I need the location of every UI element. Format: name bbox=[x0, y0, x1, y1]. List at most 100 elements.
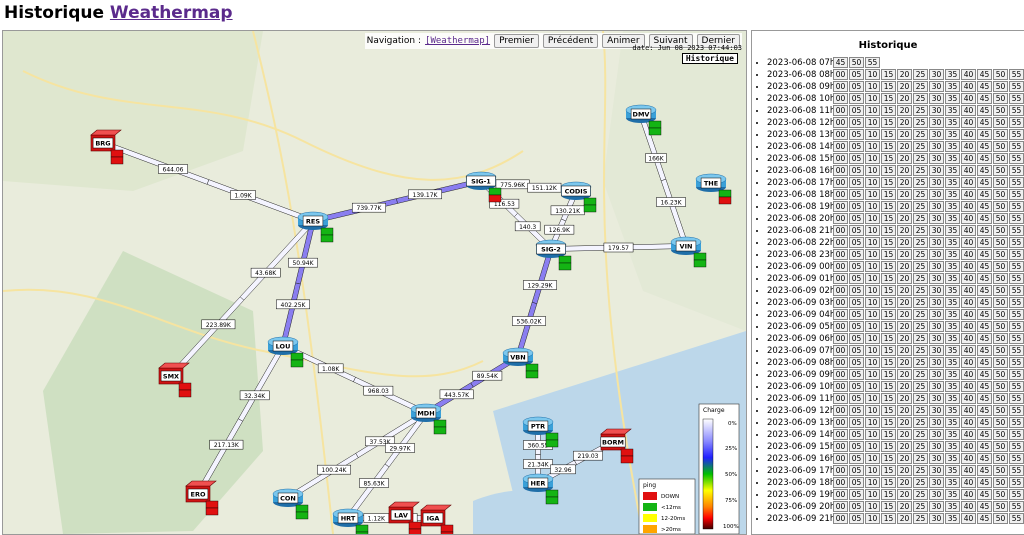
history-minute-button[interactable]: 35 bbox=[945, 285, 960, 296]
history-minute-button[interactable]: 55 bbox=[1009, 69, 1024, 80]
history-minute-button[interactable]: 30 bbox=[929, 297, 944, 308]
history-minute-button[interactable]: 00 bbox=[833, 237, 848, 248]
history-minute-button[interactable]: 45 bbox=[977, 429, 992, 440]
history-minute-button[interactable]: 00 bbox=[833, 309, 848, 320]
history-minute-button[interactable]: 15 bbox=[881, 381, 896, 392]
history-minute-button[interactable]: 15 bbox=[881, 93, 896, 104]
history-minute-button[interactable]: 15 bbox=[881, 213, 896, 224]
history-minute-button[interactable]: 50 bbox=[993, 405, 1008, 416]
history-minute-button[interactable]: 45 bbox=[977, 69, 992, 80]
history-minute-button[interactable]: 35 bbox=[945, 489, 960, 500]
history-minute-button[interactable]: 25 bbox=[913, 201, 928, 212]
history-minute-button[interactable]: 20 bbox=[897, 141, 912, 152]
history-minute-button[interactable]: 40 bbox=[961, 513, 976, 524]
history-minute-button[interactable]: 40 bbox=[961, 81, 976, 92]
history-minute-button[interactable]: 45 bbox=[977, 333, 992, 344]
history-minute-button[interactable]: 05 bbox=[849, 129, 864, 140]
history-minute-button[interactable]: 35 bbox=[945, 477, 960, 488]
history-minute-button[interactable]: 35 bbox=[945, 93, 960, 104]
history-minute-button[interactable]: 55 bbox=[1009, 513, 1024, 524]
history-minute-button[interactable]: 30 bbox=[929, 69, 944, 80]
history-minute-button[interactable]: 35 bbox=[945, 345, 960, 356]
history-minute-button[interactable]: 35 bbox=[945, 321, 960, 332]
history-minute-button[interactable]: 40 bbox=[961, 309, 976, 320]
history-minute-button[interactable]: 00 bbox=[833, 189, 848, 200]
history-minute-button[interactable]: 40 bbox=[961, 417, 976, 428]
history-minute-button[interactable]: 30 bbox=[929, 165, 944, 176]
history-minute-button[interactable]: 45 bbox=[977, 417, 992, 428]
history-minute-button[interactable]: 10 bbox=[865, 93, 880, 104]
history-minute-button[interactable]: 05 bbox=[849, 285, 864, 296]
history-minute-button[interactable]: 25 bbox=[913, 417, 928, 428]
history-minute-button[interactable]: 20 bbox=[897, 177, 912, 188]
history-minute-button[interactable]: 25 bbox=[913, 333, 928, 344]
history-minute-button[interactable]: 30 bbox=[929, 285, 944, 296]
history-minute-button[interactable]: 20 bbox=[897, 261, 912, 272]
history-minute-button[interactable]: 00 bbox=[833, 477, 848, 488]
history-minute-button[interactable]: 25 bbox=[913, 369, 928, 380]
history-minute-button[interactable]: 40 bbox=[961, 213, 976, 224]
history-minute-button[interactable]: 50 bbox=[993, 297, 1008, 308]
history-minute-button[interactable]: 25 bbox=[913, 381, 928, 392]
history-minute-button[interactable]: 35 bbox=[945, 237, 960, 248]
history-minute-button[interactable]: 35 bbox=[945, 501, 960, 512]
history-minute-button[interactable]: 30 bbox=[929, 177, 944, 188]
history-minute-button[interactable]: 40 bbox=[961, 201, 976, 212]
history-minute-button[interactable]: 40 bbox=[961, 441, 976, 452]
history-minute-button[interactable]: 10 bbox=[865, 213, 880, 224]
history-minute-button[interactable]: 00 bbox=[833, 333, 848, 344]
history-minute-button[interactable]: 30 bbox=[929, 225, 944, 236]
history-minute-button[interactable]: 40 bbox=[961, 273, 976, 284]
history-minute-button[interactable]: 25 bbox=[913, 321, 928, 332]
history-minute-button[interactable]: 50 bbox=[993, 153, 1008, 164]
history-minute-button[interactable]: 45 bbox=[977, 129, 992, 140]
history-minute-button[interactable]: 00 bbox=[833, 381, 848, 392]
history-minute-button[interactable]: 10 bbox=[865, 189, 880, 200]
history-minute-button[interactable]: 35 bbox=[945, 309, 960, 320]
history-minute-button[interactable]: 20 bbox=[897, 117, 912, 128]
history-minute-button[interactable]: 35 bbox=[945, 225, 960, 236]
history-minute-button[interactable]: 15 bbox=[881, 285, 896, 296]
history-minute-button[interactable]: 35 bbox=[945, 405, 960, 416]
history-minute-button[interactable]: 35 bbox=[945, 333, 960, 344]
history-minute-button[interactable]: 30 bbox=[929, 189, 944, 200]
history-minute-button[interactable]: 00 bbox=[833, 105, 848, 116]
history-minute-button[interactable]: 10 bbox=[865, 393, 880, 404]
history-minute-button[interactable]: 35 bbox=[945, 105, 960, 116]
history-minute-button[interactable]: 45 bbox=[977, 321, 992, 332]
history-minute-button[interactable]: 30 bbox=[929, 333, 944, 344]
history-minute-button[interactable]: 00 bbox=[833, 153, 848, 164]
history-minute-button[interactable]: 30 bbox=[929, 513, 944, 524]
history-minute-button[interactable]: 30 bbox=[929, 489, 944, 500]
history-minute-button[interactable]: 55 bbox=[1009, 405, 1024, 416]
history-minute-button[interactable]: 00 bbox=[833, 285, 848, 296]
history-minute-button[interactable]: 15 bbox=[881, 141, 896, 152]
history-minute-button[interactable]: 30 bbox=[929, 309, 944, 320]
history-minute-button[interactable]: 45 bbox=[977, 345, 992, 356]
history-minute-button[interactable]: 20 bbox=[897, 297, 912, 308]
history-minute-button[interactable]: 00 bbox=[833, 213, 848, 224]
history-minute-button[interactable]: 10 bbox=[865, 477, 880, 488]
history-minute-button[interactable]: 15 bbox=[881, 237, 896, 248]
history-minute-button[interactable]: 55 bbox=[1009, 177, 1024, 188]
history-minute-button[interactable]: 25 bbox=[913, 309, 928, 320]
history-minute-button[interactable]: 05 bbox=[849, 117, 864, 128]
history-minute-button[interactable]: 40 bbox=[961, 117, 976, 128]
history-minute-button[interactable]: 45 bbox=[977, 177, 992, 188]
history-minute-button[interactable]: 35 bbox=[945, 393, 960, 404]
history-minute-button[interactable]: 45 bbox=[977, 165, 992, 176]
history-minute-button[interactable]: 25 bbox=[913, 405, 928, 416]
history-minute-button[interactable]: 45 bbox=[977, 465, 992, 476]
history-minute-button[interactable]: 10 bbox=[865, 429, 880, 440]
history-minute-button[interactable]: 15 bbox=[881, 129, 896, 140]
history-minute-button[interactable]: 55 bbox=[1009, 345, 1024, 356]
history-minute-button[interactable]: 55 bbox=[1009, 489, 1024, 500]
history-minute-button[interactable]: 50 bbox=[993, 489, 1008, 500]
history-minute-button[interactable]: 50 bbox=[993, 345, 1008, 356]
history-minute-button[interactable]: 05 bbox=[849, 261, 864, 272]
history-minute-button[interactable]: 20 bbox=[897, 201, 912, 212]
history-minute-button[interactable]: 20 bbox=[897, 237, 912, 248]
history-minute-button[interactable]: 20 bbox=[897, 345, 912, 356]
history-minute-button[interactable]: 25 bbox=[913, 93, 928, 104]
history-minute-button[interactable]: 55 bbox=[1009, 357, 1024, 368]
